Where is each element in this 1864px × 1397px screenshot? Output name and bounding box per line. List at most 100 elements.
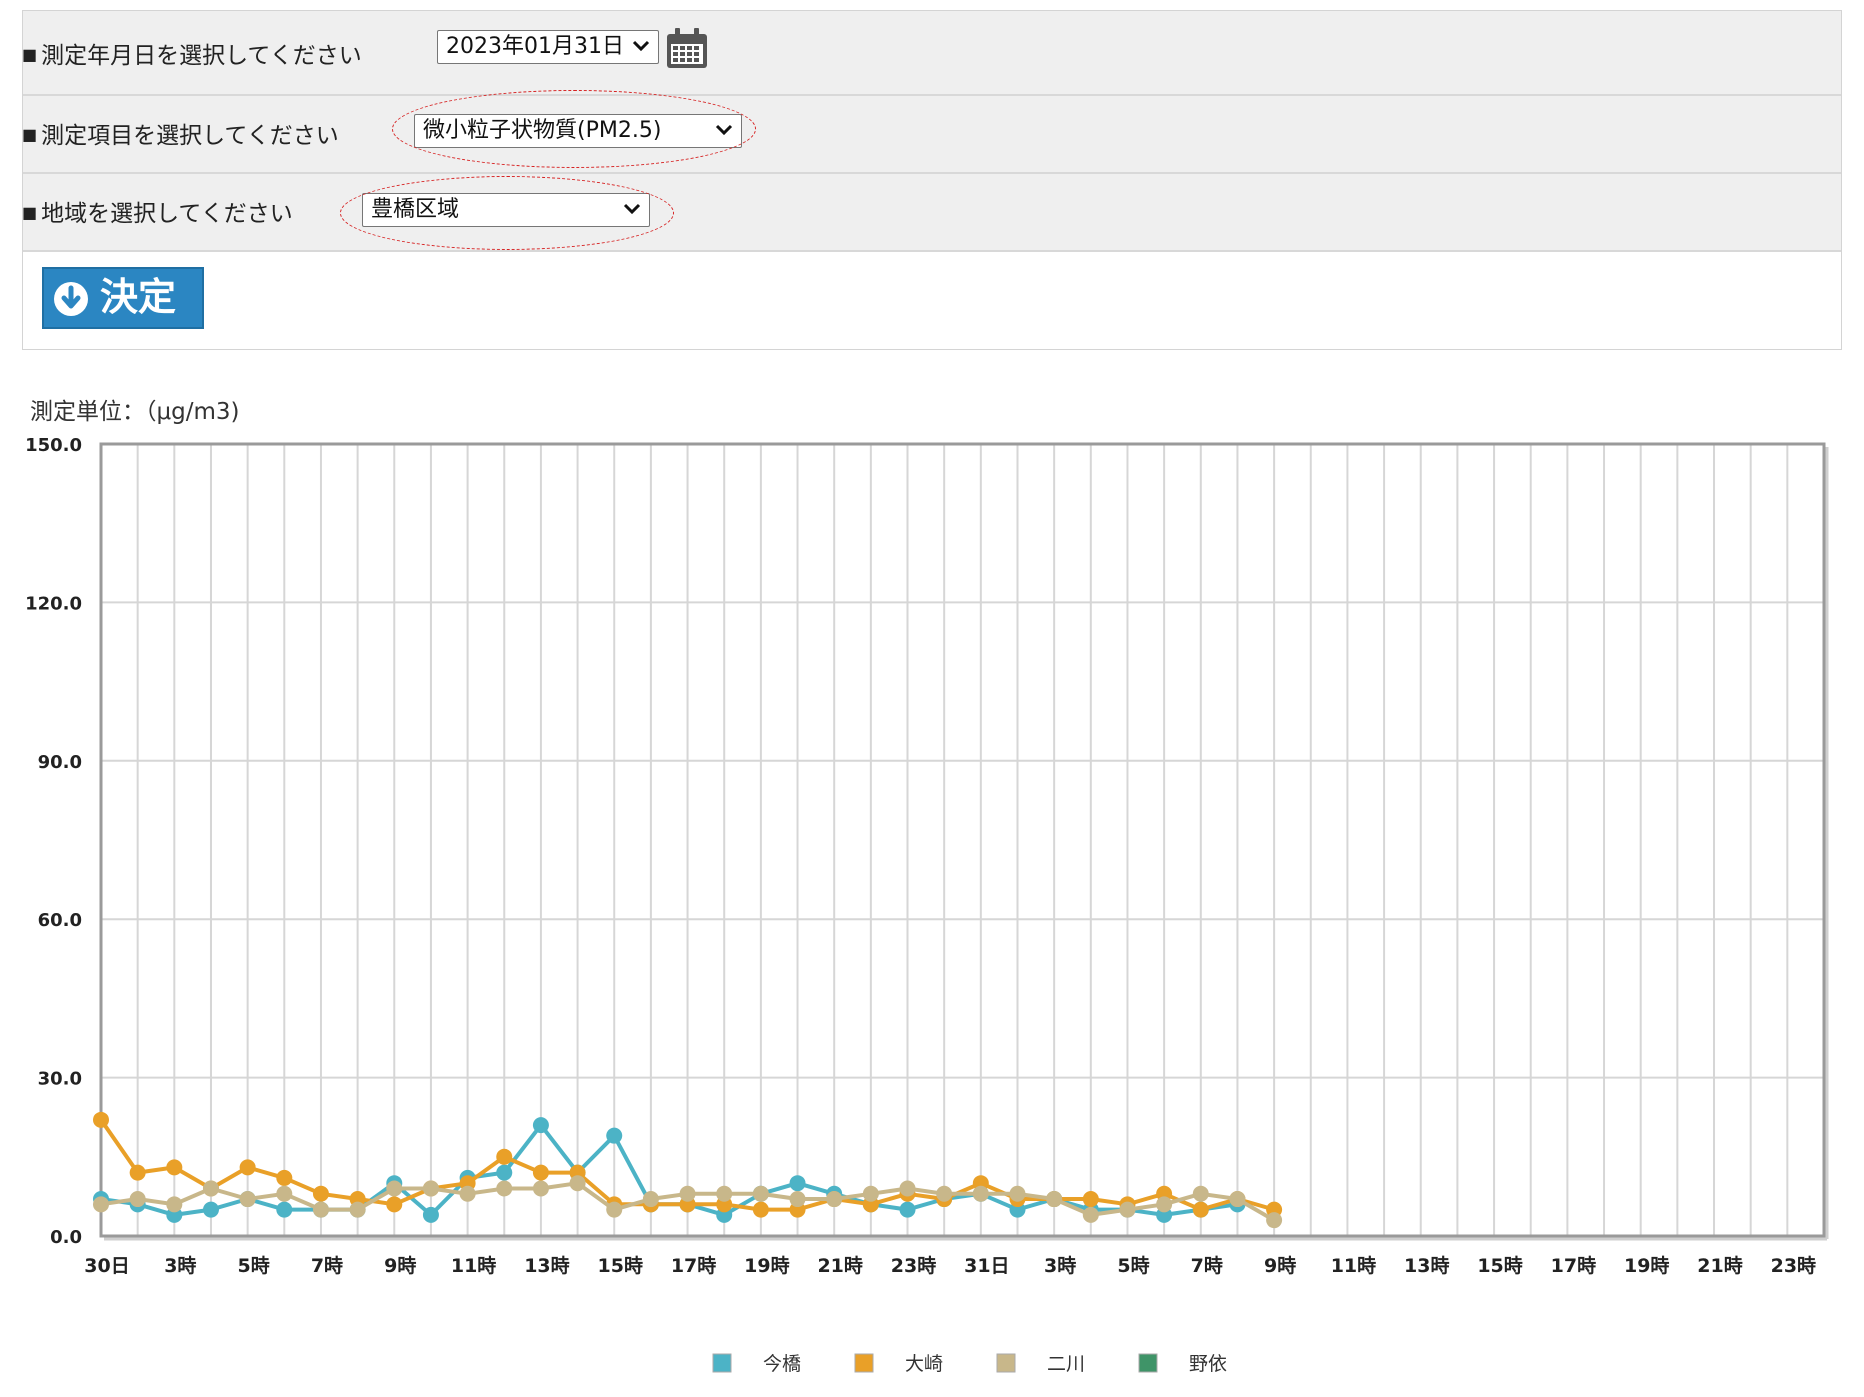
x-tick-label: 9時 <box>384 1255 416 1277</box>
data-point <box>642 1191 659 1208</box>
x-tick-label: 23時 <box>891 1255 936 1277</box>
data-point <box>716 1185 733 1202</box>
x-tick-label: 15時 <box>598 1255 643 1277</box>
data-point <box>1119 1201 1136 1218</box>
arrow-down-circle-icon <box>54 282 88 316</box>
date-label: ■ 測定年月日を選択してください <box>22 43 362 69</box>
data-point <box>166 1196 183 1213</box>
data-point <box>166 1159 183 1176</box>
data-point <box>93 1196 109 1213</box>
data-point <box>789 1191 806 1208</box>
x-tick-label: 3時 <box>1044 1255 1076 1277</box>
data-point <box>532 1180 549 1197</box>
data-point <box>276 1201 293 1218</box>
x-tick-label: 21時 <box>817 1255 862 1277</box>
data-point <box>129 1191 146 1208</box>
data-point <box>422 1180 439 1197</box>
data-point <box>386 1196 403 1213</box>
legend-label: 二川 <box>1047 1353 1085 1375</box>
series-line-1 <box>100 1123 1238 1217</box>
x-tick-label: 21時 <box>1697 1255 1742 1277</box>
x-tick-label: 17時 <box>1551 1255 1596 1277</box>
data-point <box>349 1201 366 1218</box>
y-tick-label: 30.0 <box>38 1069 82 1090</box>
data-point <box>459 1185 476 1202</box>
data-point <box>569 1175 586 1192</box>
legend-label: 大崎 <box>905 1353 943 1375</box>
data-point <box>606 1127 623 1144</box>
data-point <box>826 1191 843 1208</box>
item-label: ■ 測定項目を選択してください <box>22 123 339 149</box>
area-row <box>23 174 1841 252</box>
x-tick-label: 13時 <box>524 1255 569 1277</box>
pm25-line-chart: 0.0 30.0 60.0 90.0 120.0 150.0 30日 3時 5時 7時 9時 11時 1… <box>25 435 1829 1375</box>
data-point <box>386 1180 403 1197</box>
x-tick-label: 15時 <box>1477 1255 1522 1277</box>
data-point <box>789 1175 806 1192</box>
data-point <box>239 1159 256 1176</box>
x-tick-label: 7時 <box>1191 1255 1223 1277</box>
data-point <box>1082 1191 1099 1208</box>
data-point <box>1229 1191 1246 1208</box>
x-tick-label: 5時 <box>238 1255 270 1277</box>
y-tick-label: 150.0 <box>25 435 82 456</box>
data-point <box>752 1201 769 1218</box>
data-point <box>1046 1191 1063 1208</box>
x-tick-label: 19時 <box>744 1255 789 1277</box>
x-tick-label: 23時 <box>1771 1255 1816 1277</box>
y-tick-label: 120.0 <box>25 593 82 614</box>
data-point <box>679 1185 696 1202</box>
y-tick-label: 90.0 <box>38 752 82 773</box>
data-point <box>606 1201 623 1218</box>
legend-label: 野依 <box>1189 1353 1227 1375</box>
unit-label: 測定単位：（μg/m3) <box>30 399 240 425</box>
legend-swatch <box>712 1353 732 1373</box>
x-tick-label: 11時 <box>451 1255 496 1277</box>
x-tick-label: 30日 <box>84 1255 129 1277</box>
y-tick-label: 0.0 <box>50 1227 82 1248</box>
data-point <box>496 1148 513 1165</box>
data-point <box>936 1185 953 1202</box>
chevron-down-icon <box>632 40 650 52</box>
item-highlight-ellipse <box>392 90 756 168</box>
data-point <box>1192 1201 1209 1218</box>
data-point <box>899 1180 916 1197</box>
data-point <box>276 1169 293 1186</box>
data-point <box>1266 1212 1283 1229</box>
x-tick-label: 3時 <box>164 1255 196 1277</box>
x-tick-label: 7時 <box>311 1255 343 1277</box>
x-tick-label: 11時 <box>1331 1255 1376 1277</box>
data-point <box>496 1164 513 1181</box>
data-point <box>239 1191 256 1208</box>
x-tick-label: 5時 <box>1117 1255 1149 1277</box>
legend-swatch <box>996 1353 1016 1373</box>
date-select-value: 2023年01月31日 <box>446 34 624 59</box>
data-point <box>862 1185 879 1202</box>
data-point <box>1082 1206 1099 1223</box>
data-point <box>202 1180 219 1197</box>
data-point <box>1009 1185 1026 1202</box>
data-point <box>1156 1196 1173 1213</box>
x-tick-label: 19時 <box>1624 1255 1669 1277</box>
x-tick-label: 9時 <box>1264 1255 1296 1277</box>
x-tick-label: 13時 <box>1404 1255 1449 1277</box>
y-tick-label: 60.0 <box>38 910 82 931</box>
area-highlight-ellipse <box>340 176 674 250</box>
decide-button-label: 決定 <box>100 275 177 319</box>
legend-swatch <box>854 1353 874 1373</box>
data-point <box>129 1164 146 1181</box>
data-point <box>202 1201 219 1218</box>
decide-button[interactable]: 決定 <box>42 267 204 329</box>
x-tick-label: 17時 <box>671 1255 716 1277</box>
legend-label: 今橋 <box>763 1353 801 1375</box>
data-point <box>93 1111 109 1128</box>
legend-swatch <box>1138 1353 1158 1373</box>
date-select[interactable]: 2023年01月31日 <box>437 30 659 64</box>
data-point <box>972 1185 989 1202</box>
data-point <box>1192 1185 1209 1202</box>
data-point <box>532 1117 549 1134</box>
data-point <box>899 1201 916 1218</box>
data-point <box>312 1185 329 1202</box>
calendar-icon[interactable] <box>665 26 709 70</box>
x-tick-label: 31日 <box>964 1255 1009 1277</box>
